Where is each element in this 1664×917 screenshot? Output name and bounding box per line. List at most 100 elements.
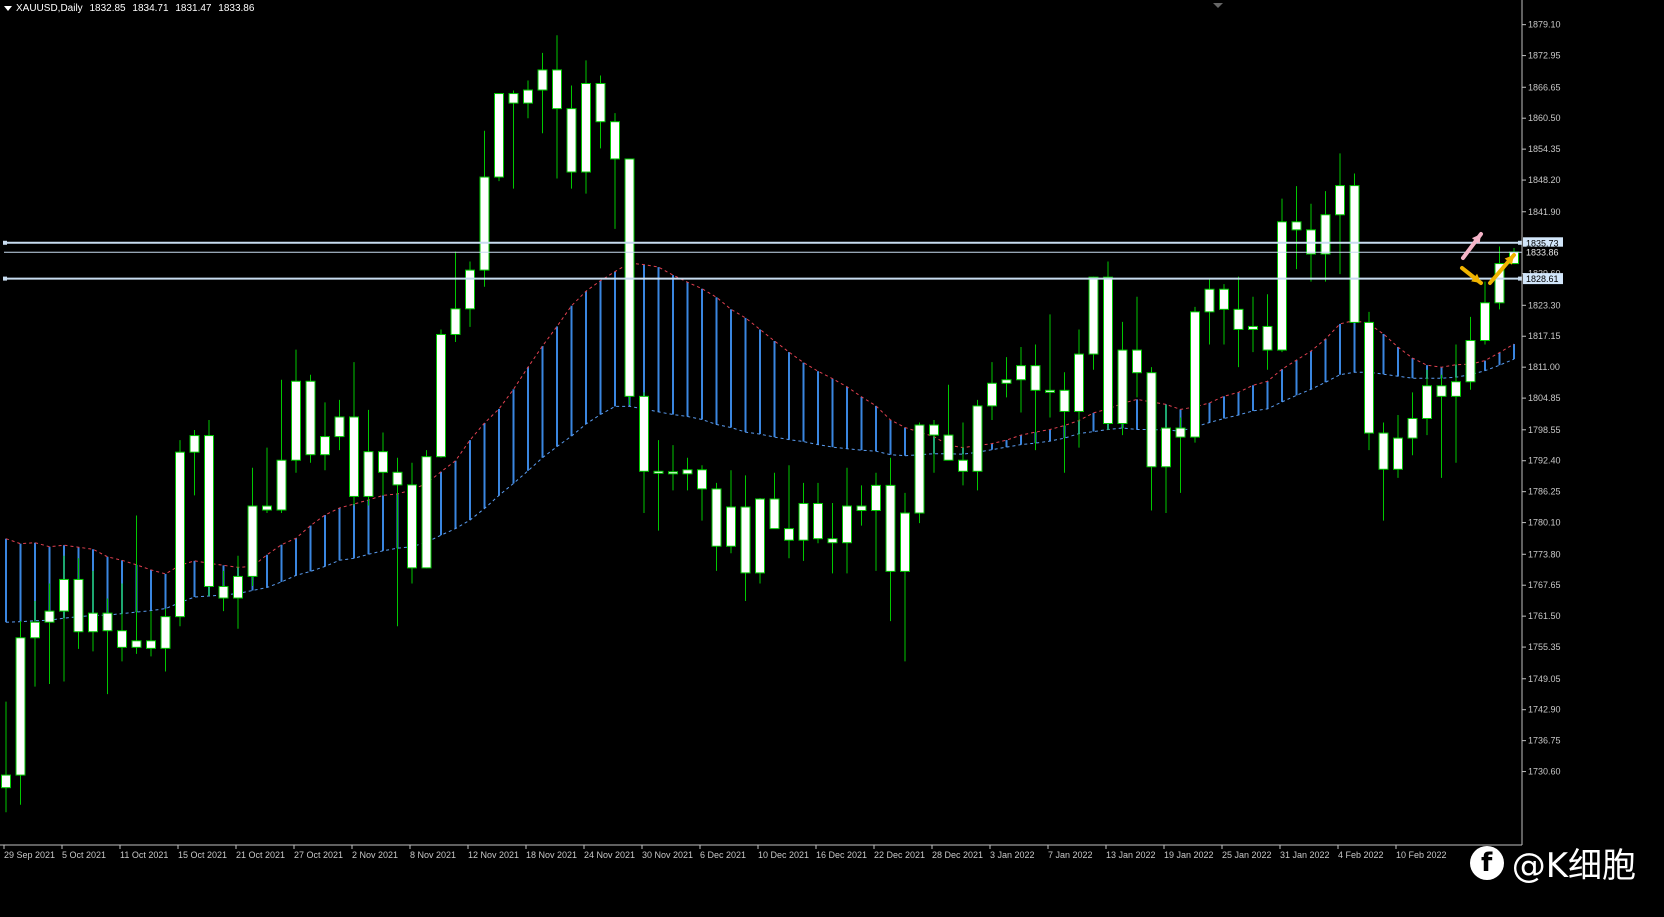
- candle-body: [914, 424, 925, 514]
- candle-body: [291, 380, 301, 461]
- candle-body: [1422, 385, 1432, 419]
- candle-body: [1132, 349, 1142, 374]
- candle-body: [479, 176, 490, 271]
- hline-anchor-handle[interactable]: [1518, 240, 1522, 245]
- time-tick-label: 7 Jan 2022: [1048, 850, 1093, 860]
- candle-body: [885, 484, 896, 572]
- candle-body: [813, 502, 823, 540]
- candle-body: [73, 578, 84, 633]
- price-tick-label: 1860.50: [1528, 113, 1561, 123]
- candle-body: [508, 93, 519, 104]
- price-tick-label: 1730.60: [1528, 767, 1561, 777]
- candle-body: [1088, 276, 1099, 355]
- candle-body: [726, 506, 736, 547]
- candle-body: [1074, 353, 1084, 412]
- candle-body: [1204, 288, 1215, 313]
- time-tick-label: 13 Jan 2022: [1106, 850, 1156, 860]
- watermark-text: @K细胞: [1511, 846, 1636, 886]
- time-tick-label: 22 Dec 2021: [874, 850, 925, 860]
- price-tick-label: 1773.80: [1528, 549, 1561, 559]
- candle-body: [392, 471, 403, 486]
- close-value: 1833.86: [218, 3, 255, 14]
- candle-body: [987, 382, 997, 407]
- low-value: 1831.47: [175, 3, 212, 14]
- price-tick-label: 1755.35: [1528, 642, 1561, 652]
- time-tick-label: 5 Oct 2021: [62, 850, 106, 860]
- candle-body: [798, 502, 809, 541]
- time-tick-label: 8 Nov 2021: [410, 850, 456, 860]
- time-tick-label: 27 Oct 2021: [294, 850, 343, 860]
- facebook-icon: f: [1469, 845, 1504, 880]
- candle-body: [233, 575, 243, 599]
- price-tick-label: 1823.30: [1528, 300, 1561, 310]
- candle-body: [204, 435, 214, 587]
- price-tick-label: 1854.35: [1528, 144, 1561, 154]
- candle-body: [769, 498, 780, 530]
- candle-body: [972, 405, 983, 472]
- candle-body: [653, 470, 664, 474]
- time-tick-label: 21 Oct 2021: [236, 850, 285, 860]
- time-tick-label: 11 Oct 2021: [120, 850, 168, 860]
- candle-body: [363, 451, 374, 497]
- candle-body: [59, 578, 69, 612]
- hline-anchor-handle[interactable]: [3, 240, 7, 245]
- candle-body: [334, 416, 345, 438]
- time-tick-label: 28 Dec 2021: [932, 850, 983, 860]
- candle-body: [1277, 221, 1287, 351]
- candle-body: [1291, 221, 1302, 231]
- scroll-marker-icon[interactable]: [1213, 3, 1223, 8]
- candle-body: [189, 435, 200, 453]
- candle-body: [1262, 325, 1273, 351]
- candle-body: [1175, 427, 1186, 438]
- time-tick-label: 12 Nov 2021: [468, 850, 519, 860]
- price-tick-label: 1749.05: [1528, 674, 1561, 684]
- price-tick-label: 1866.65: [1528, 82, 1561, 92]
- hline-anchor-handle[interactable]: [3, 276, 7, 281]
- time-tick-label: 2 Nov 2021: [352, 850, 398, 860]
- time-tick-label: 10 Feb 2022: [1396, 850, 1447, 860]
- candle-body: [697, 469, 707, 490]
- time-tick-label: 30 Nov 2021: [642, 850, 693, 860]
- time-tick-label: 15 Oct 2021: [178, 850, 227, 860]
- candle-body: [1480, 302, 1490, 342]
- candle-body: [15, 637, 26, 776]
- candle-body: [1407, 417, 1418, 439]
- time-tick-label: 6 Dec 2021: [700, 850, 746, 860]
- candle-body: [102, 612, 113, 632]
- price-level-label: 1828.61: [1526, 274, 1559, 284]
- price-tick-label: 1811.00: [1528, 362, 1560, 372]
- price-tick-label: 1742.90: [1528, 705, 1561, 715]
- candle-body: [247, 505, 258, 577]
- candle-body: [1393, 437, 1403, 470]
- symbol-label: XAUUSD,Daily: [16, 3, 83, 14]
- time-tick-label: 29 Sep 2021: [4, 850, 55, 860]
- candle-body: [682, 469, 693, 475]
- candle-body: [349, 416, 359, 497]
- candle-body: [523, 89, 533, 104]
- candle-body: [842, 505, 852, 544]
- price-tick-label: 1798.55: [1528, 425, 1561, 435]
- hline-anchor-handle[interactable]: [1518, 276, 1522, 281]
- candle-body: [1248, 325, 1258, 330]
- dropdown-triangle-icon[interactable]: [4, 5, 12, 11]
- price-tick-label: 1761.50: [1528, 611, 1561, 621]
- candle-body: [421, 456, 432, 569]
- candle-body: [1436, 385, 1447, 397]
- chart-header: XAUUSD,Daily 1832.85 1834.71 1831.47 183…: [4, 3, 258, 14]
- candle-body: [146, 640, 156, 649]
- price-tick-label: 1767.65: [1528, 580, 1561, 590]
- candle-body: [1030, 365, 1041, 391]
- candle-body: [450, 308, 461, 335]
- candle-body: [276, 459, 287, 511]
- candle-body: [320, 436, 330, 456]
- candle-body: [1378, 432, 1389, 470]
- price-level-label: 1833.86: [1526, 248, 1559, 258]
- price-tick-label: 1848.20: [1528, 175, 1561, 185]
- candle-body: [1465, 340, 1476, 383]
- candle-body: [740, 506, 751, 574]
- chart-window[interactable]: 1879.10 1872.95 1866.65 1860.50 1854.35 1848.…: [0, 0, 1664, 917]
- candle-body: [1103, 276, 1113, 425]
- candle-body: [610, 121, 620, 160]
- time-tick-label: 10 Dec 2021: [758, 850, 809, 860]
- price-chart[interactable]: 1879.10 1872.95 1866.65 1860.50 1854.35 1848.…: [0, 0, 1664, 917]
